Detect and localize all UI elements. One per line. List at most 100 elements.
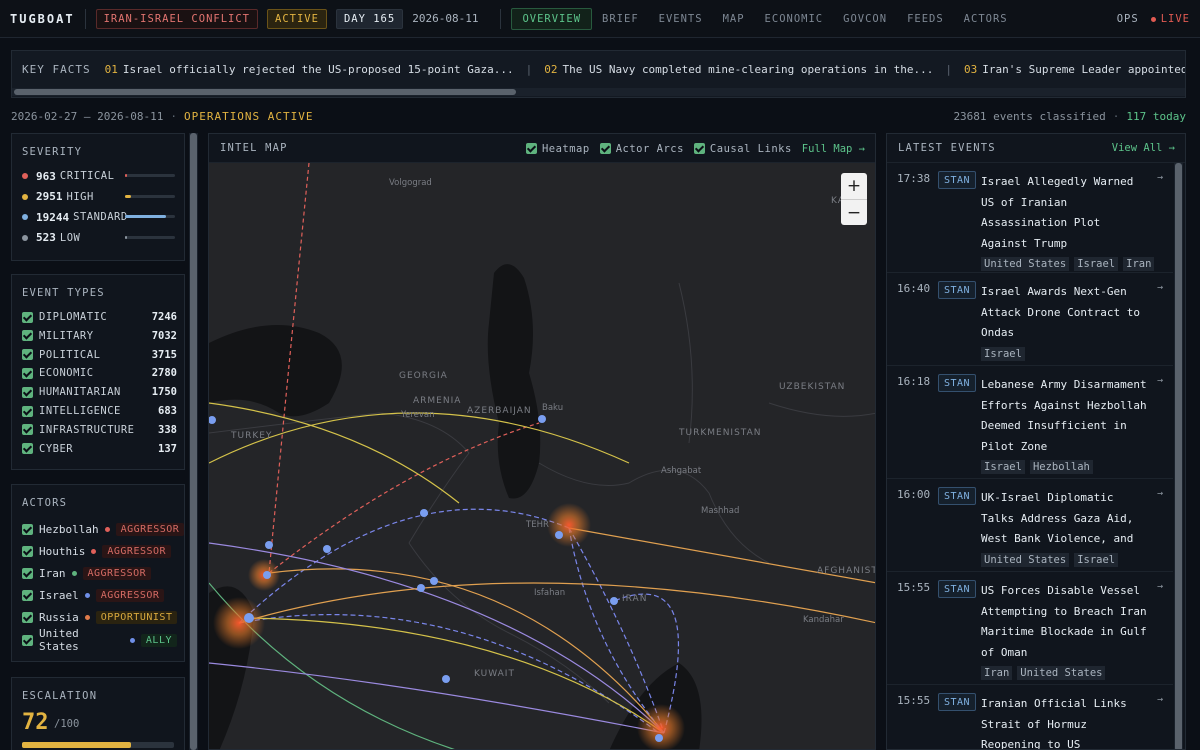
conflict-badge[interactable]: IRAN-ISRAEL CONFLICT bbox=[95, 8, 259, 29]
checkbox-icon[interactable] bbox=[22, 330, 33, 342]
ops-link[interactable]: OPS bbox=[1117, 13, 1139, 25]
event-tag[interactable]: United States bbox=[981, 552, 1070, 567]
event-type-label: POLITICAL bbox=[39, 348, 101, 361]
event-tag[interactable]: Israel bbox=[1074, 552, 1119, 567]
event-tags: United States Israel Iran bbox=[981, 257, 1156, 271]
event-type-count: 137 bbox=[158, 442, 177, 455]
checkbox-icon[interactable] bbox=[22, 590, 33, 602]
severity-row-standard[interactable]: 19244 STANDARD bbox=[22, 210, 177, 224]
checkbox-icon[interactable] bbox=[22, 349, 33, 361]
key-fact-item[interactable]: 02 The US Navy completed mine-clearing op… bbox=[544, 63, 933, 76]
nav-overview[interactable]: OVERVIEW bbox=[511, 7, 593, 30]
checkbox-icon[interactable] bbox=[22, 367, 33, 379]
event-item[interactable]: 15:55 STAN → Iranian Official Links Strait … bbox=[887, 685, 1173, 749]
nav-events[interactable]: EVENTS bbox=[649, 8, 713, 30]
checkbox-icon[interactable] bbox=[599, 143, 611, 154]
nav-govcon[interactable]: GOVCON bbox=[833, 8, 897, 30]
external-link-icon[interactable]: → bbox=[1157, 172, 1163, 183]
event-type-military[interactable]: MILITARY 7032 bbox=[22, 329, 177, 343]
event-title[interactable]: Israel Awards Next-Gen Attack Drone Cont… bbox=[981, 282, 1151, 344]
event-type-intelligence[interactable]: INTELLIGENCE 683 bbox=[22, 404, 177, 418]
external-link-icon[interactable]: → bbox=[1157, 488, 1163, 499]
key-fact-item[interactable]: 03 Iran's Supreme Leader appointed six ne… bbox=[964, 63, 1185, 76]
checkbox-icon[interactable] bbox=[22, 523, 33, 535]
map-canvas[interactable]: Volgograd GEORGIA ARMENIA AZERBAIJAN Yer… bbox=[209, 163, 876, 750]
checkbox-icon[interactable] bbox=[22, 424, 33, 436]
checkbox-icon[interactable] bbox=[22, 386, 33, 398]
severity-row-low[interactable]: 523 LOW bbox=[22, 231, 177, 245]
zoom-out-button[interactable]: − bbox=[841, 199, 867, 225]
external-link-icon[interactable]: → bbox=[1157, 694, 1163, 705]
actor-russia[interactable]: Russia OPPORTUNIST bbox=[22, 611, 178, 625]
event-type-cyber[interactable]: CYBER 137 bbox=[22, 442, 177, 456]
event-title[interactable]: Lebanese Army Disarmament Efforts Agains… bbox=[981, 375, 1151, 457]
event-title[interactable]: US Forces Disable Vessel Attempting to B… bbox=[981, 581, 1151, 663]
actor-houthis[interactable]: Houthis AGGRESSOR bbox=[22, 544, 177, 558]
checkbox-icon[interactable] bbox=[22, 634, 33, 646]
severity-row-critical[interactable]: 963 CRITICAL bbox=[22, 169, 177, 183]
checkbox-icon[interactable] bbox=[22, 443, 33, 455]
event-item[interactable]: 17:38 STAN → Israel Allegedly Warned US of … bbox=[887, 163, 1173, 273]
event-title[interactable]: Israel Allegedly Warned US of Iranian As… bbox=[981, 172, 1151, 254]
checkbox-icon[interactable] bbox=[693, 143, 705, 154]
zoom-in-button[interactable]: + bbox=[841, 173, 867, 199]
checkbox-icon[interactable] bbox=[22, 405, 33, 417]
full-map-link[interactable]: Full Map → bbox=[802, 143, 865, 155]
event-type-count: 2780 bbox=[151, 367, 177, 380]
event-item[interactable]: 16:00 STAN → UK-Israel Diplomatic Talks Add… bbox=[887, 479, 1173, 572]
key-facts-scrollbar[interactable] bbox=[12, 88, 1185, 96]
checkbox-icon[interactable] bbox=[22, 545, 33, 557]
event-type-infrastructure[interactable]: INFRASTRUCTURE 338 bbox=[22, 423, 177, 437]
nav-brief[interactable]: BRIEF bbox=[592, 8, 649, 30]
sidebar-scrollbar[interactable] bbox=[189, 133, 198, 750]
events-title: LATEST EVENTS bbox=[898, 142, 996, 154]
nav-actors[interactable]: ACTORS bbox=[954, 8, 1018, 30]
severity-row-high[interactable]: 2951 HIGH bbox=[22, 190, 177, 204]
toggle-actor-arcs[interactable]: Actor Arcs bbox=[599, 143, 684, 155]
events-scrollbar[interactable] bbox=[1174, 163, 1183, 749]
external-link-icon[interactable]: → bbox=[1157, 581, 1163, 592]
sidebar-scroll-thumb[interactable] bbox=[190, 133, 197, 750]
event-type-political[interactable]: POLITICAL 3715 bbox=[22, 348, 177, 362]
checkbox-icon[interactable] bbox=[22, 612, 33, 624]
event-tag[interactable]: Iran bbox=[1123, 257, 1155, 271]
nav-feeds[interactable]: FEEDS bbox=[897, 8, 954, 30]
key-facts-scroll-thumb[interactable] bbox=[14, 89, 516, 95]
event-tag[interactable]: United States bbox=[1017, 666, 1106, 680]
live-indicator[interactable]: LIVE bbox=[1150, 13, 1190, 25]
event-tag[interactable]: Israel bbox=[981, 460, 1025, 474]
event-item[interactable]: 16:40 STAN → Israel Awards Next-Gen Attack … bbox=[887, 273, 1173, 366]
nav-map[interactable]: MAP bbox=[713, 8, 755, 30]
event-tag[interactable]: Hezbollah bbox=[1029, 460, 1093, 474]
app-logo[interactable]: TUGBOAT bbox=[10, 12, 75, 26]
event-tag[interactable]: Israel bbox=[1074, 257, 1119, 271]
toggle-heatmap[interactable]: Heatmap bbox=[525, 143, 590, 155]
actor-iran[interactable]: Iran AGGRESSOR bbox=[22, 566, 177, 580]
event-tag[interactable]: Israel bbox=[981, 346, 1025, 361]
event-type-humanitarian[interactable]: HUMANITARIAN 1750 bbox=[22, 385, 177, 399]
external-link-icon[interactable]: → bbox=[1157, 375, 1163, 386]
event-item[interactable]: 15:55 STAN → US Forces Disable Vessel Attem… bbox=[887, 572, 1173, 685]
actor-name: Houthis bbox=[39, 544, 86, 558]
event-tag[interactable]: Iran bbox=[981, 666, 1013, 680]
event-item[interactable]: 16:18 STAN → Lebanese Army Disarmament Effo… bbox=[887, 366, 1173, 479]
actor-israel[interactable]: Israel AGGRESSOR bbox=[22, 589, 177, 603]
toggle-causal-links[interactable]: Causal Links bbox=[693, 143, 792, 155]
nav-economic[interactable]: ECONOMIC bbox=[755, 8, 834, 30]
actor-hezbollah[interactable]: Hezbollah AGGRESSOR bbox=[22, 522, 185, 536]
event-type-diplomatic[interactable]: DIPLOMATIC 7246 bbox=[22, 310, 177, 324]
checkbox-icon[interactable] bbox=[525, 143, 537, 154]
view-all-link[interactable]: View All → bbox=[1112, 142, 1175, 154]
event-type-economic[interactable]: ECONOMIC 2780 bbox=[22, 366, 177, 380]
actor-united-states[interactable]: United States ALLY bbox=[22, 627, 177, 653]
events-scroll-thumb[interactable] bbox=[1175, 163, 1182, 749]
checkbox-icon[interactable] bbox=[22, 311, 33, 323]
map-graphic[interactable]: Volgograd GEORGIA ARMENIA AZERBAIJAN Yer… bbox=[209, 163, 876, 750]
external-link-icon[interactable]: → bbox=[1157, 282, 1163, 293]
event-title[interactable]: Iranian Official Links Strait of Hormuz … bbox=[981, 694, 1151, 749]
svg-text:AZERBAIJAN: AZERBAIJAN bbox=[467, 406, 532, 416]
key-fact-item[interactable]: 01 Israel officially rejected the US-prop… bbox=[105, 63, 514, 76]
checkbox-icon[interactable] bbox=[22, 567, 33, 579]
event-tag[interactable]: United States bbox=[981, 257, 1070, 271]
severity-bar-fill bbox=[125, 194, 131, 198]
